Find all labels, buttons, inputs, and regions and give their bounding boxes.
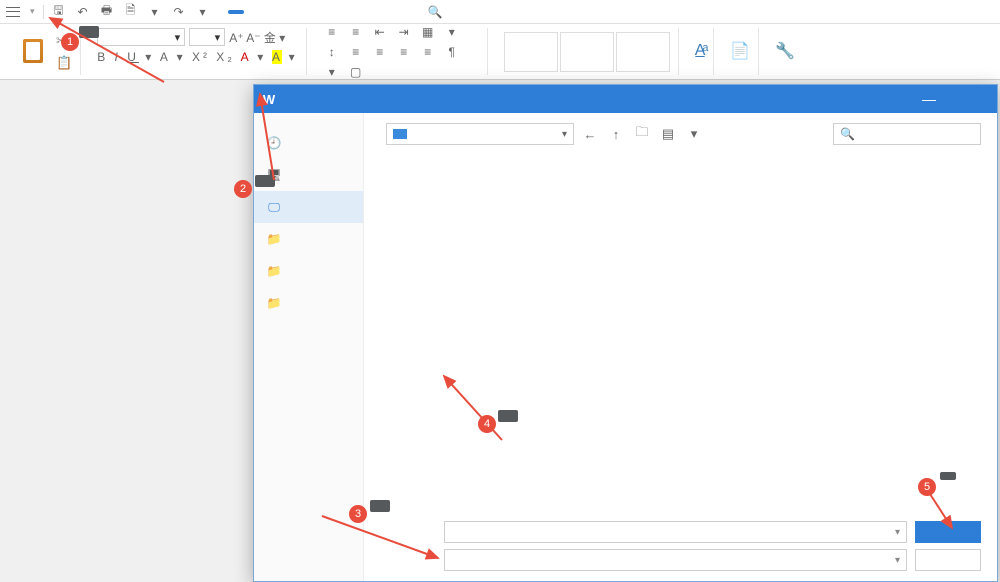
step-badge-1: 1 (61, 33, 79, 51)
align-right-icon[interactable]: ≡ (395, 45, 413, 59)
dialog-title-bar: W — (254, 85, 997, 113)
list-bullet-icon[interactable]: ≡ (347, 25, 365, 39)
paste-button[interactable] (16, 39, 50, 65)
search-input[interactable]: 🔍 (833, 123, 981, 145)
callout-2 (255, 175, 275, 187)
print-icon[interactable]: 🖶 (100, 5, 114, 19)
ribbon-tabs: 🔍 (228, 5, 443, 19)
border-icon[interactable]: ▦ (419, 25, 437, 39)
font-name-select[interactable]: ▾ (97, 28, 185, 46)
step-badge-4: 4 (478, 415, 496, 433)
nav-desktop[interactable]: 🖵 (254, 191, 363, 223)
new-folder-icon[interactable]: 🗀 (632, 124, 652, 144)
quick-access: 🖫 ↶ 🖶 🗎 ▾ ↷ ▾ (52, 5, 210, 19)
doc-assist-button[interactable]: 📄 (730, 41, 750, 63)
nav-recent[interactable]: 🕘 (254, 127, 363, 159)
up-icon[interactable]: ↑ (606, 124, 626, 144)
location-row: ▾ ← ↑ 🗀 ▤ ▾ 🔍 (380, 123, 981, 153)
paragraph-icon[interactable]: ¶ (443, 45, 461, 59)
indent-dec-icon[interactable]: ⇤ (371, 25, 389, 39)
callout-3 (370, 500, 390, 512)
file-list (380, 153, 981, 517)
more-icon[interactable]: ▾ (684, 124, 704, 144)
minimize-button[interactable]: — (917, 91, 941, 107)
step-badge-3: 3 (349, 505, 367, 523)
line-spacing-icon[interactable]: ↕ (323, 45, 341, 59)
paragraph-group: ≡≡⇤⇥▦▾↕ ≡≡≡≡¶▾▢ (323, 25, 479, 79)
callout-4 (498, 410, 518, 422)
title-bar: ▾ 🖫 ↶ 🖶 🗎 ▾ ↷ ▾ 🔍 (0, 0, 1000, 24)
font-selectors: ▾ ▾ A⁺ A⁻ ⾦ ▾ (97, 28, 285, 46)
step-badge-5: 5 (918, 478, 936, 496)
ribbon: ✂📋 ▾ ▾ A⁺ A⁻ ⾦ ▾ B I U ▾ A ▾ X² X₂ A ▾ A… (0, 24, 1000, 80)
copy-icon[interactable]: 📋 (56, 55, 72, 71)
chevron-down-icon: ▾ (30, 6, 35, 17)
callout-1 (79, 26, 99, 38)
cancel-button[interactable] (915, 549, 981, 571)
view-grid-icon[interactable]: ▤ (658, 124, 678, 144)
list-ordered-icon[interactable]: ≡ (323, 25, 341, 39)
chevron-down-icon[interactable]: ▾ (148, 5, 162, 19)
desktop-icon: 🖵 (266, 199, 282, 215)
style-gallery[interactable] (504, 32, 670, 72)
shading-icon[interactable]: ▢ (347, 65, 365, 79)
redo-icon[interactable]: ↷ (172, 5, 186, 19)
nav-folder-010101[interactable]: 📁 (254, 255, 363, 287)
chevron-down-icon[interactable]: ▾ (196, 5, 210, 19)
search-button[interactable]: 🔍 (428, 5, 443, 19)
text-tools-button[interactable]: 🔧 (775, 41, 795, 63)
filetype-select[interactable]: ▾ (444, 549, 907, 571)
tab-start[interactable] (228, 10, 244, 14)
step-badge-2: 2 (234, 180, 252, 198)
search-icon: 🔍 (840, 127, 855, 141)
new-style-button[interactable]: A̲ͣ (695, 42, 706, 62)
undo-icon[interactable]: ↶ (76, 5, 90, 19)
nav-documents[interactable]: 📁 (254, 223, 363, 255)
folder-icon: 📁 (266, 295, 282, 311)
nav-folder-test[interactable]: 📁 (254, 287, 363, 319)
open-button[interactable] (915, 521, 981, 543)
indent-inc-icon[interactable]: ⇥ (395, 25, 413, 39)
font-size-select[interactable]: ▾ (189, 28, 225, 46)
location-select[interactable]: ▾ (386, 123, 574, 145)
align-center-icon[interactable]: ≡ (371, 45, 389, 59)
clock-icon: 🕘 (266, 135, 282, 151)
folder-icon: 📁 (266, 231, 282, 247)
preview-icon[interactable]: 🗎 (124, 5, 138, 19)
callout-5 (940, 472, 956, 480)
wps-logo-icon: W (262, 92, 276, 106)
folder-icon: 📁 (266, 263, 282, 279)
filename-input[interactable]: ▾ (444, 521, 907, 543)
menu-icon[interactable] (6, 7, 20, 17)
align-justify-icon[interactable]: ≡ (419, 45, 437, 59)
save-icon[interactable]: 🖫 (52, 5, 66, 19)
back-icon[interactable]: ← (580, 124, 600, 144)
align-left-icon[interactable]: ≡ (347, 45, 365, 59)
